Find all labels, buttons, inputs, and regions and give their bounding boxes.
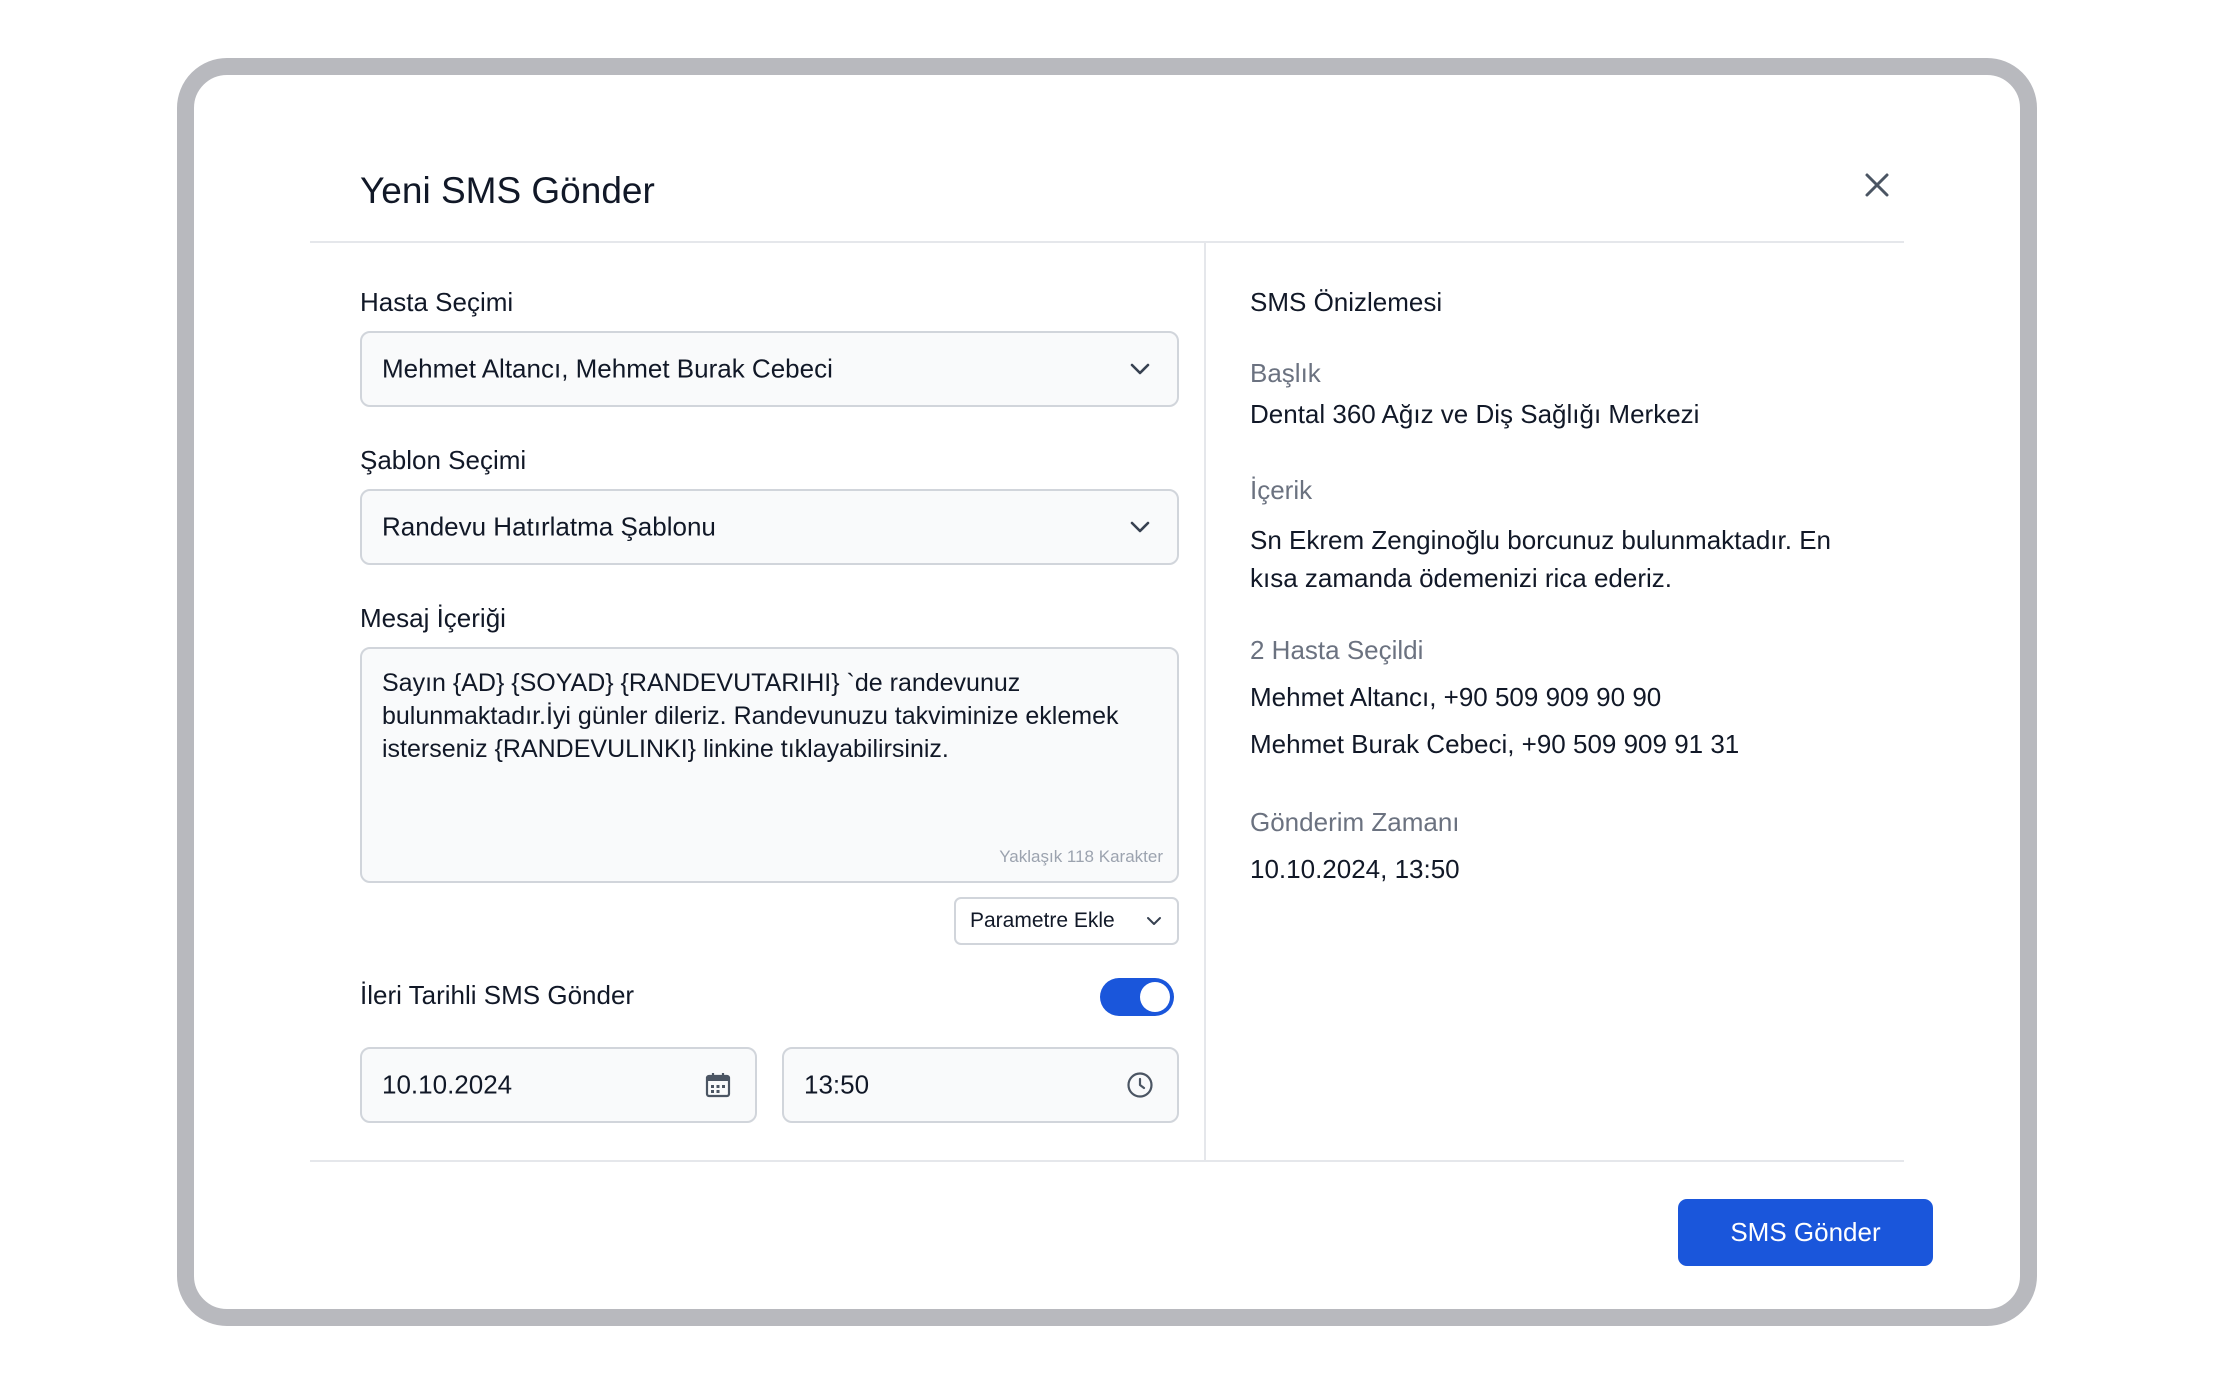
template-select-label: Şablon Seçimi: [360, 445, 527, 475]
preview-heading: SMS Önizlemesi: [1250, 287, 1443, 317]
preview-recipient: Mehmet Altancı, +90 509 909 90 90: [1250, 682, 1662, 712]
time-value: 13:50: [804, 1069, 870, 1100]
preview-recipients-label: 2 Hasta Seçildi: [1250, 635, 1424, 665]
add-parameter-label: Parametre Ekle: [970, 909, 1115, 932]
calendar-icon[interactable]: [703, 1070, 733, 1100]
sms-modal: Yeni SMS Gönder Hasta Seçimi Mehmet Alta…: [194, 75, 2020, 1309]
date-input[interactable]: 10.10.2024: [360, 1047, 757, 1123]
patient-select-value: Mehmet Altancı, Mehmet Burak Cebeci: [382, 353, 833, 384]
header-divider: [310, 241, 1904, 243]
schedule-label: İleri Tarihli SMS Gönder: [360, 980, 635, 1010]
column-divider: [1204, 243, 1206, 1160]
preview-send-time-label: Gönderim Zamanı: [1250, 807, 1460, 837]
message-text: Sayın {AD} {SOYAD} {RANDEVUTARIHI} `de r…: [382, 669, 1119, 763]
preview-recipient: Mehmet Burak Cebeci, +90 509 909 91 31: [1250, 729, 1740, 759]
date-value: 10.10.2024: [382, 1069, 513, 1100]
chevron-down-icon: [1147, 917, 1161, 925]
footer-divider: [310, 1160, 1904, 1162]
patient-select[interactable]: Mehmet Altancı, Mehmet Burak Cebeci: [360, 331, 1179, 407]
preview-send-time-value: 10.10.2024, 13:50: [1250, 854, 1460, 884]
send-sms-button[interactable]: SMS Gönder: [1678, 1199, 1933, 1266]
preview-title-label: Başlık: [1250, 358, 1321, 388]
patient-select-label: Hasta Seçimi: [360, 287, 514, 317]
add-parameter-button[interactable]: Parametre Ekle: [954, 897, 1179, 945]
close-button[interactable]: [1859, 167, 1895, 203]
toggle-knob: [1140, 982, 1170, 1012]
template-select-value: Randevu Hatırlatma Şablonu: [382, 511, 716, 542]
preview-title-value: Dental 360 Ağız ve Diş Sağlığı Merkezi: [1250, 399, 1700, 429]
chevron-down-icon: [1130, 363, 1150, 375]
char-count: Yaklaşık 118 Karakter: [999, 847, 1163, 866]
chevron-down-icon: [1130, 521, 1150, 533]
schedule-toggle[interactable]: [1100, 978, 1174, 1016]
time-input[interactable]: 13:50: [782, 1047, 1179, 1123]
modal-title: Yeni SMS Gönder: [360, 170, 655, 211]
clock-icon[interactable]: [1125, 1070, 1155, 1100]
preview-content-value: Sn Ekrem Zenginoğlu borcunuz bulunmaktad…: [1250, 525, 1832, 593]
device-frame: Yeni SMS Gönder Hasta Seçimi Mehmet Alta…: [177, 58, 2037, 1326]
message-label: Mesaj İçeriği: [360, 603, 506, 633]
preview-content-label: İçerik: [1250, 475, 1313, 505]
close-icon: [1865, 173, 1889, 197]
message-textarea[interactable]: Sayın {AD} {SOYAD} {RANDEVUTARIHI} `de r…: [360, 647, 1179, 883]
template-select[interactable]: Randevu Hatırlatma Şablonu: [360, 489, 1179, 565]
